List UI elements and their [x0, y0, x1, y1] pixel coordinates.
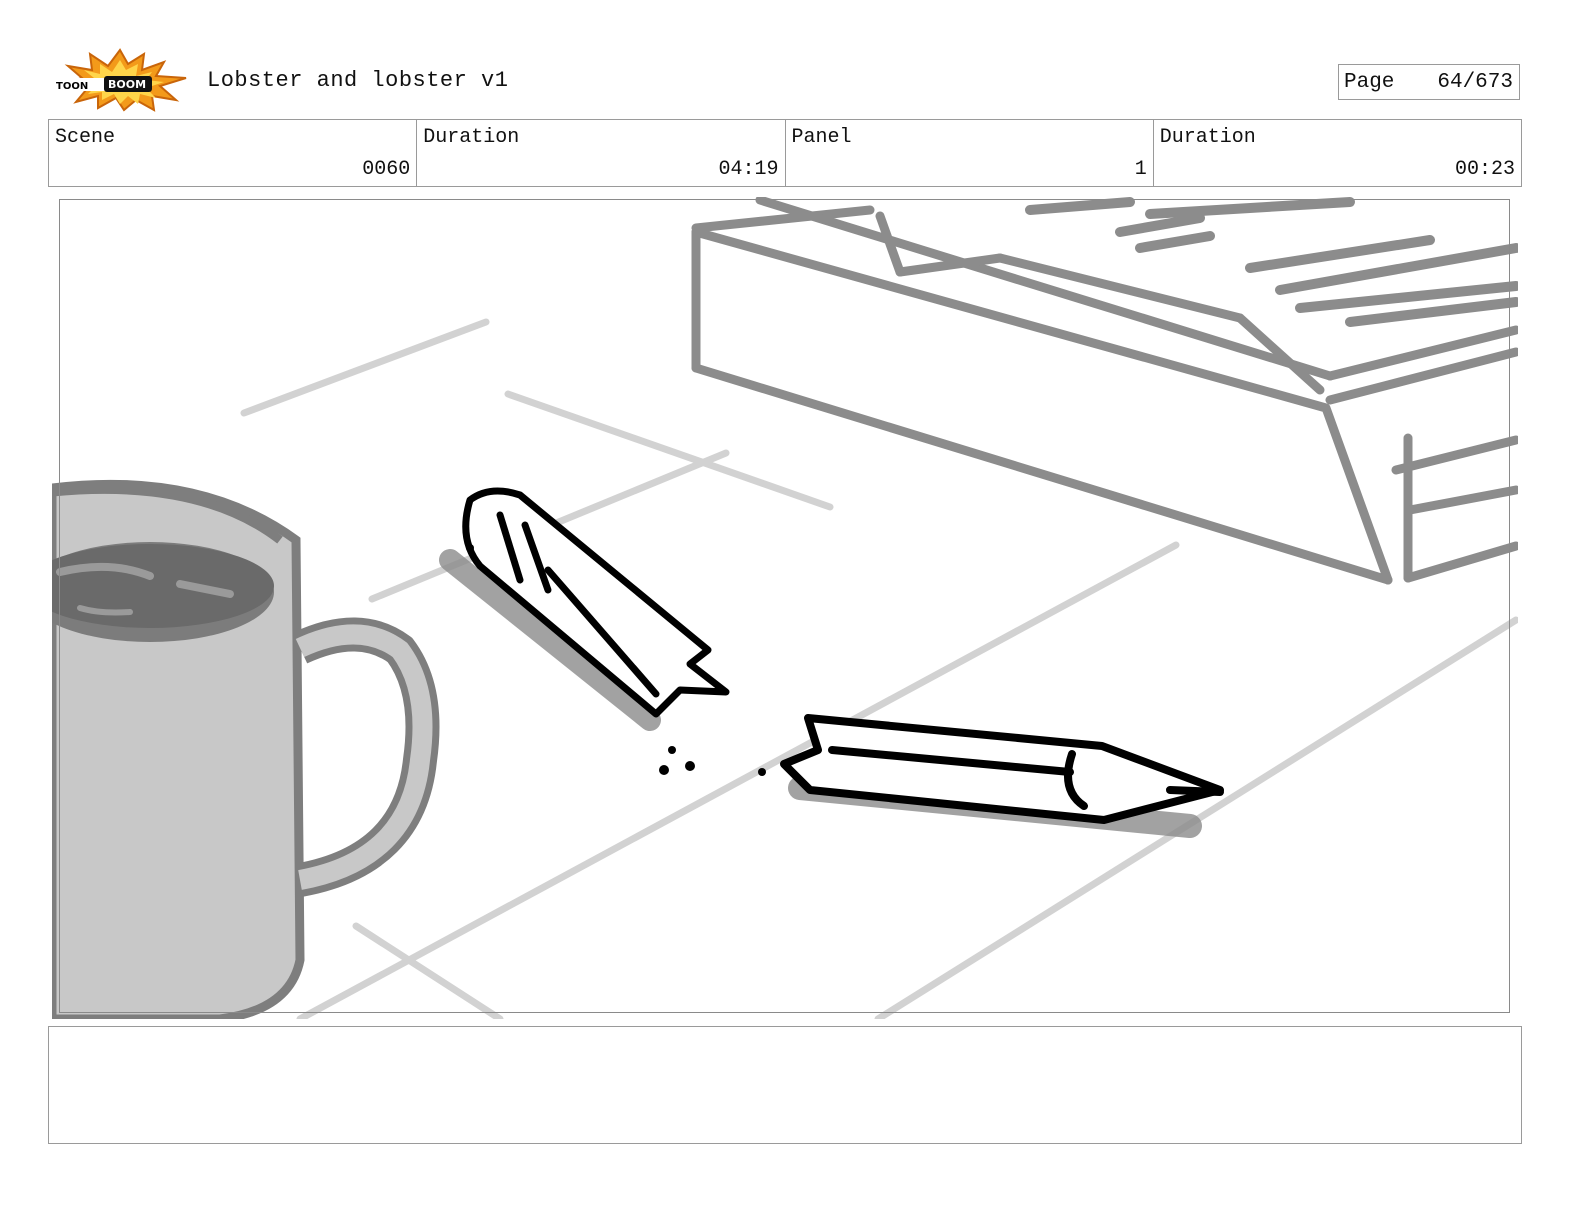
scene-info-table: Scene 0060 Duration 04:19 Panel 1 Durati… [48, 119, 1522, 187]
document-title: Lobster and lobster v1 [207, 68, 509, 93]
panel-cell: Panel 1 [786, 120, 1154, 186]
svg-text:BOOM: BOOM [108, 78, 146, 91]
page-label: Page [1344, 70, 1395, 94]
panel-duration-cell: Duration 00:23 [1154, 120, 1521, 186]
panel-duration-value: 00:23 [1454, 158, 1515, 181]
scene-label: Scene [55, 126, 116, 149]
scene-cell: Scene 0060 [49, 120, 418, 186]
svg-text:TOON: TOON [56, 81, 88, 92]
panel-duration-label: Duration [1159, 126, 1256, 149]
storyboard-panel-image [52, 197, 1518, 1019]
page-indicator: Page 64/673 [1338, 64, 1520, 100]
scene-duration-label: Duration [423, 126, 520, 149]
scene-duration-cell: Duration 04:19 [417, 120, 786, 186]
toonboom-logo: TOON BOOM [52, 48, 188, 112]
page-number: 64/673 [1437, 70, 1513, 94]
panel-value: 1 [1134, 158, 1147, 181]
panel-label: Panel [791, 126, 852, 149]
scene-duration-value: 04:19 [718, 158, 779, 181]
scene-value: 0060 [362, 158, 411, 181]
panel-notes-box [48, 1026, 1522, 1144]
